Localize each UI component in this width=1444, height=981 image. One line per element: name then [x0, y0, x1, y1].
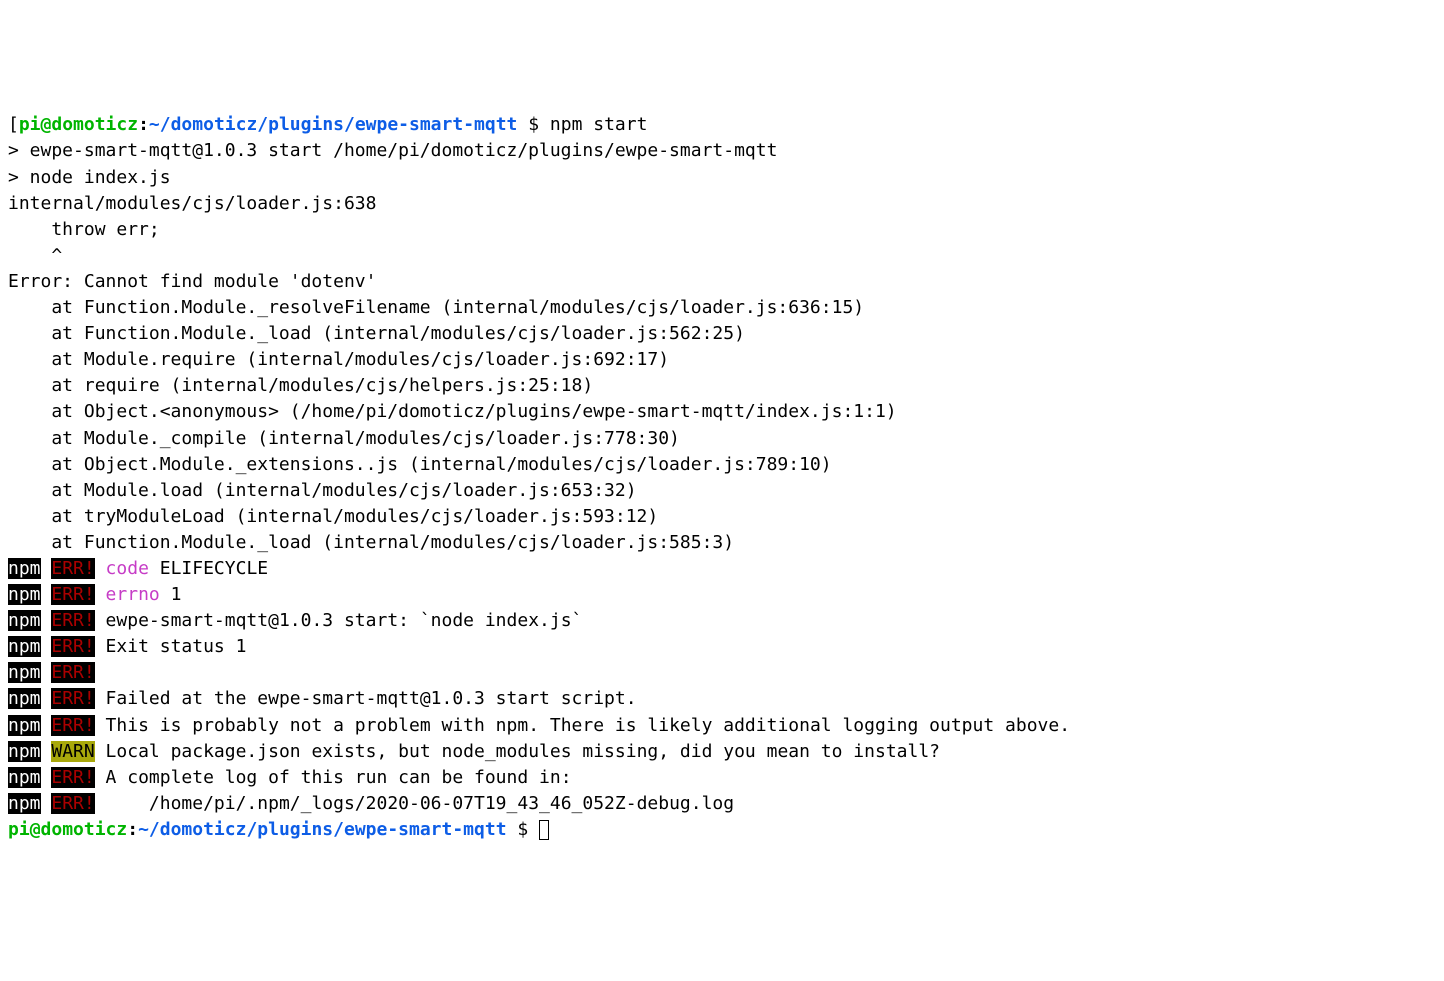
err-val: ELIFECYCLE	[149, 558, 268, 579]
prompt-dollar: $	[517, 114, 550, 135]
output-line: throw err;	[8, 217, 1436, 243]
npm-error-line: npm ERR! Failed at the ewpe-smart-mqtt@1…	[8, 686, 1436, 712]
npm-warn-line: npm WARN Local package.json exists, but …	[8, 739, 1436, 765]
output-line: at Module._compile (internal/modules/cjs…	[8, 426, 1436, 452]
err-text: /home/pi/.npm/_logs/2020-06-07T19_43_46_…	[95, 793, 734, 814]
err-text: Exit status 1	[95, 636, 247, 657]
npm-error-line: npm ERR! /home/pi/.npm/_logs/2020-06-07T…	[8, 791, 1436, 817]
output-line: ^	[8, 243, 1436, 269]
output-line: > node index.js	[8, 165, 1436, 191]
err-text: ewpe-smart-mqtt@1.0.3 start: `node index…	[95, 610, 583, 631]
gap	[41, 636, 52, 657]
gap	[41, 767, 52, 788]
err-badge: ERR!	[51, 688, 94, 709]
prompt-line: [pi@domoticz:~/domoticz/plugins/ewpe-sma…	[8, 112, 1436, 138]
prompt-colon: :	[127, 819, 138, 840]
prompt-path: ~/domoticz/plugins/ewpe-smart-mqtt	[149, 114, 517, 135]
prompt-user: pi	[19, 114, 41, 135]
gap	[41, 662, 52, 683]
prompt-colon: :	[138, 114, 149, 135]
output-line: at require (internal/modules/cjs/helpers…	[8, 373, 1436, 399]
terminal-output[interactable]: [pi@domoticz:~/domoticz/plugins/ewpe-sma…	[8, 112, 1436, 843]
gap	[41, 793, 52, 814]
err-val: 1	[160, 584, 182, 605]
prompt-dollar: $	[507, 819, 540, 840]
npm-error-line: npm ERR! Exit status 1	[8, 634, 1436, 660]
prompt-host: domoticz	[41, 819, 128, 840]
prompt-at: @	[30, 819, 41, 840]
err-key: code	[95, 558, 149, 579]
err-text: Failed at the ewpe-smart-mqtt@1.0.3 star…	[95, 688, 637, 709]
command-text: npm start	[550, 114, 648, 135]
err-badge: ERR!	[51, 636, 94, 657]
err-badge: ERR!	[51, 715, 94, 736]
npm-error-line: npm ERR! code ELIFECYCLE	[8, 556, 1436, 582]
err-badge: ERR!	[51, 610, 94, 631]
err-badge: ERR!	[51, 662, 94, 683]
output-line: at Module.require (internal/modules/cjs/…	[8, 347, 1436, 373]
prompt-host: domoticz	[51, 114, 138, 135]
npm-badge: npm	[8, 662, 41, 683]
npm-badge: npm	[8, 584, 41, 605]
gap	[41, 688, 52, 709]
output-line: at Function.Module._load (internal/modul…	[8, 321, 1436, 347]
npm-badge: npm	[8, 610, 41, 631]
npm-error-line: npm ERR!	[8, 660, 1436, 686]
warn-badge: WARN	[51, 741, 94, 762]
output-line: internal/modules/cjs/loader.js:638	[8, 191, 1436, 217]
npm-error-line: npm ERR! This is probably not a problem …	[8, 713, 1436, 739]
prompt-line: pi@domoticz:~/domoticz/plugins/ewpe-smar…	[8, 817, 1436, 843]
output-line: at tryModuleLoad (internal/modules/cjs/l…	[8, 504, 1436, 530]
gap	[41, 715, 52, 736]
output-line: > ewpe-smart-mqtt@1.0.3 start /home/pi/d…	[8, 138, 1436, 164]
err-badge: ERR!	[51, 767, 94, 788]
npm-error-line: npm ERR! errno 1	[8, 582, 1436, 608]
prompt-at: @	[41, 114, 52, 135]
gap	[41, 558, 52, 579]
npm-badge: npm	[8, 636, 41, 657]
npm-badge: npm	[8, 767, 41, 788]
output-line: at Function.Module._resolveFilename (int…	[8, 295, 1436, 321]
warn-text: Local package.json exists, but node_modu…	[95, 741, 940, 762]
output-line: Error: Cannot find module 'dotenv'	[8, 269, 1436, 295]
npm-badge: npm	[8, 715, 41, 736]
prompt-user: pi	[8, 819, 30, 840]
output-line: at Object.<anonymous> (/home/pi/domoticz…	[8, 399, 1436, 425]
err-badge: ERR!	[51, 793, 94, 814]
prompt-path: ~/domoticz/plugins/ewpe-smart-mqtt	[138, 819, 506, 840]
npm-badge: npm	[8, 793, 41, 814]
output-line: at Function.Module._load (internal/modul…	[8, 530, 1436, 556]
npm-error-line: npm ERR! A complete log of this run can …	[8, 765, 1436, 791]
output-line: at Object.Module._extensions..js (intern…	[8, 452, 1436, 478]
npm-badge: npm	[8, 741, 41, 762]
gap	[41, 610, 52, 631]
npm-error-line: npm ERR! ewpe-smart-mqtt@1.0.3 start: `n…	[8, 608, 1436, 634]
err-text: This is probably not a problem with npm.…	[95, 715, 1070, 736]
gap	[41, 584, 52, 605]
npm-badge: npm	[8, 558, 41, 579]
bracket-open: [	[8, 114, 19, 135]
gap	[41, 741, 52, 762]
cursor-icon[interactable]	[539, 820, 549, 840]
npm-badge: npm	[8, 688, 41, 709]
err-text	[95, 662, 106, 683]
err-badge: ERR!	[51, 558, 94, 579]
err-key: errno	[95, 584, 160, 605]
err-badge: ERR!	[51, 584, 94, 605]
err-text: A complete log of this run can be found …	[95, 767, 572, 788]
output-line: at Module.load (internal/modules/cjs/loa…	[8, 478, 1436, 504]
